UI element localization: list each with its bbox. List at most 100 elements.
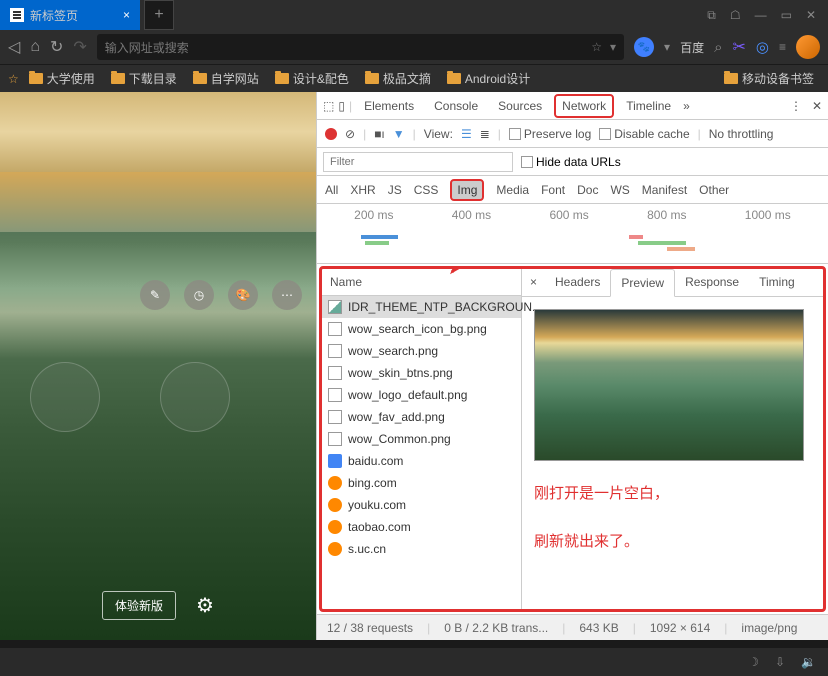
request-row[interactable]: bing.com: [322, 472, 521, 494]
record-icon[interactable]: [325, 128, 337, 140]
throttling-selector[interactable]: No throttling: [709, 127, 774, 141]
palette-icon[interactable]: 🎨: [228, 280, 258, 310]
home-icon[interactable]: ⌂: [30, 38, 40, 56]
copy-icon[interactable]: ⧉: [707, 8, 716, 23]
type-css[interactable]: CSS: [414, 183, 439, 197]
back-icon[interactable]: ◁: [8, 37, 20, 57]
menu-icon[interactable]: ≡: [779, 40, 786, 54]
address-bar[interactable]: 输入网址或搜索 ☆ ▾: [97, 34, 624, 60]
view-list-icon[interactable]: ☰: [461, 127, 472, 141]
tab-sources[interactable]: Sources: [490, 94, 550, 118]
more-icon[interactable]: ⋯: [272, 280, 302, 310]
volume-icon[interactable]: 🔉: [801, 655, 816, 669]
type-manifest[interactable]: Manifest: [642, 183, 687, 197]
bookmark-folder[interactable]: 设计&配色: [269, 67, 355, 90]
tab-timing[interactable]: Timing: [749, 269, 805, 296]
forward-icon[interactable]: ↷: [73, 37, 86, 57]
tab-icon: [10, 8, 24, 22]
request-row[interactable]: wow_fav_add.png: [322, 406, 521, 428]
request-row[interactable]: wow_search.png: [322, 340, 521, 362]
bookmark-folder[interactable]: Android设计: [441, 67, 536, 90]
folder-icon: [111, 73, 125, 84]
bookmark-folder[interactable]: 极品文摘: [359, 67, 437, 90]
close-window-icon[interactable]: ✕: [806, 8, 816, 23]
reload-icon[interactable]: ↻: [50, 37, 63, 57]
search-engine-selector[interactable]: 百度: [680, 39, 704, 56]
experience-button[interactable]: 体验新版: [102, 591, 176, 620]
devtools-close-icon[interactable]: ✕: [812, 99, 822, 113]
request-row[interactable]: wow_logo_default.png: [322, 384, 521, 406]
tab-response[interactable]: Response: [675, 269, 749, 296]
more-tabs-icon[interactable]: »: [683, 99, 690, 113]
close-tab-icon[interactable]: ×: [123, 8, 130, 22]
type-media[interactable]: Media: [496, 183, 529, 197]
file-icon: [328, 476, 342, 490]
name-column-header[interactable]: Name: [322, 269, 521, 296]
mobile-bookmarks[interactable]: 移动设备书签: [718, 67, 820, 90]
request-row[interactable]: IDR_THEME_NTP_BACKGROUN...: [322, 296, 521, 318]
bookmark-star-icon[interactable]: ☆: [8, 72, 19, 86]
network-timeline[interactable]: 200 ms 400 ms 600 ms 800 ms 1000 ms: [317, 204, 828, 264]
disable-cache-checkbox[interactable]: Disable cache: [599, 127, 689, 141]
request-name: wow_logo_default.png: [348, 388, 467, 402]
request-row[interactable]: s.uc.cn: [322, 538, 521, 560]
tab-preview[interactable]: Preview: [610, 269, 675, 297]
hide-urls-checkbox[interactable]: Hide data URLs: [521, 155, 621, 169]
devtools-menu-icon[interactable]: ⋮: [790, 99, 802, 113]
bookmark-folder[interactable]: 下载目录: [105, 67, 183, 90]
tab-network[interactable]: Network: [554, 94, 614, 118]
type-img[interactable]: Img: [450, 179, 484, 201]
settings-icon[interactable]: ⚙: [196, 593, 214, 618]
filter-input[interactable]: [323, 152, 513, 172]
browser-tab[interactable]: 新标签页 ×: [0, 0, 140, 30]
edit-icon[interactable]: ✎: [140, 280, 170, 310]
shirt-icon[interactable]: ☖: [730, 8, 741, 23]
filter-bar: Hide data URLs: [317, 148, 828, 176]
search-dropdown-icon[interactable]: ▾: [664, 40, 670, 54]
maximize-icon[interactable]: ▭: [781, 8, 792, 23]
type-ws[interactable]: WS: [610, 183, 629, 197]
moon-icon[interactable]: ☽: [748, 655, 759, 669]
scissors-icon[interactable]: ✂: [732, 37, 745, 57]
close-preview-icon[interactable]: ×: [522, 269, 545, 296]
request-row[interactable]: taobao.com: [322, 516, 521, 538]
page-content: ✎ ◷ 🎨 ⋯ 体验新版 ⚙: [0, 92, 316, 640]
inspect-icon[interactable]: ⬚: [323, 99, 334, 113]
tab-console[interactable]: Console: [426, 94, 486, 118]
tab-headers[interactable]: Headers: [545, 269, 610, 296]
request-row[interactable]: wow_search_icon_bg.png: [322, 318, 521, 340]
type-js[interactable]: JS: [388, 183, 402, 197]
tab-elements[interactable]: Elements: [356, 94, 422, 118]
address-input[interactable]: 输入网址或搜索: [105, 39, 583, 56]
type-other[interactable]: Other: [699, 183, 729, 197]
type-font[interactable]: Font: [541, 183, 565, 197]
new-tab-button[interactable]: +: [144, 0, 174, 30]
type-all[interactable]: All: [325, 183, 338, 197]
bookmark-folder[interactable]: 自学网站: [187, 67, 265, 90]
speed-dial-2[interactable]: [160, 362, 230, 432]
clear-icon[interactable]: ⊘: [345, 127, 355, 141]
paw-icon[interactable]: 🐾: [634, 37, 654, 57]
view-grid-icon[interactable]: ≣: [480, 127, 490, 141]
search-icon[interactable]: ⌕: [714, 39, 722, 56]
tab-timeline[interactable]: Timeline: [618, 94, 679, 118]
bookmark-folder[interactable]: 大学使用: [23, 67, 101, 90]
camera-icon[interactable]: ■ı: [374, 127, 385, 141]
device-icon[interactable]: ▯: [338, 99, 345, 113]
speed-dial-1[interactable]: [30, 362, 100, 432]
target-icon[interactable]: ◎: [756, 38, 769, 56]
request-row[interactable]: wow_skin_btns.png: [322, 362, 521, 384]
type-xhr[interactable]: XHR: [350, 183, 375, 197]
download-icon[interactable]: ⇩: [775, 655, 785, 669]
request-row[interactable]: baidu.com: [322, 450, 521, 472]
user-avatar[interactable]: [796, 35, 820, 59]
star-icon[interactable]: ☆: [591, 40, 602, 54]
request-row[interactable]: wow_Common.png: [322, 428, 521, 450]
filter-icon[interactable]: ▼: [393, 127, 405, 141]
request-row[interactable]: youku.com: [322, 494, 521, 516]
minimize-icon[interactable]: —: [755, 8, 767, 23]
preserve-log-checkbox[interactable]: Preserve log: [509, 127, 591, 141]
dropdown-icon[interactable]: ▾: [610, 40, 616, 54]
history-icon[interactable]: ◷: [184, 280, 214, 310]
type-doc[interactable]: Doc: [577, 183, 598, 197]
